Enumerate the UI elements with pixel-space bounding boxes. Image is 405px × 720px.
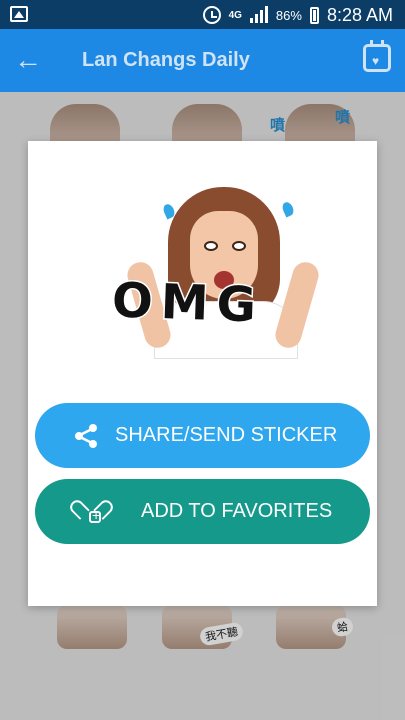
calendar-heart-icon[interactable]: ♥ — [363, 40, 391, 72]
share-send-sticker-label: SHARE/SEND STICKER — [115, 424, 338, 446]
status-bar: 4G 86% 8:28 AM — [0, 0, 405, 29]
alarm-icon — [202, 6, 221, 24]
sticker-eye — [232, 241, 246, 251]
gallery-icon — [10, 6, 28, 22]
add-to-favorites-label: ADD TO FAVORITES — [141, 500, 333, 522]
network-type: 4G — [228, 9, 242, 21]
sticker-preview: OMG — [106, 183, 322, 359]
heart-plus-icon — [71, 497, 101, 527]
page-title: Lan Changs Daily — [82, 49, 250, 71]
battery-icon — [309, 6, 319, 24]
sticker-omg-text: OMG — [110, 271, 267, 335]
status-indicators: 4G 86% 8:28 AM — [202, 4, 393, 26]
share-icon — [75, 423, 97, 448]
sweat-drop-icon — [280, 200, 296, 218]
sticker-eye — [204, 241, 218, 251]
arrow-left-icon[interactable]: ← — [14, 46, 44, 76]
sticker-dialog: OMG SHARE/SEND STICKER ADD TO FAVORITES — [28, 141, 377, 606]
battery-percent: 86% — [275, 7, 302, 23]
add-to-favorites-button[interactable]: ADD TO FAVORITES — [35, 479, 370, 544]
share-send-sticker-button[interactable]: SHARE/SEND STICKER — [35, 403, 370, 468]
clock-time: 8:28 AM — [326, 4, 393, 25]
app-bar: ← Lan Changs Daily ♥ — [0, 29, 405, 92]
signal-icon — [249, 6, 268, 23]
